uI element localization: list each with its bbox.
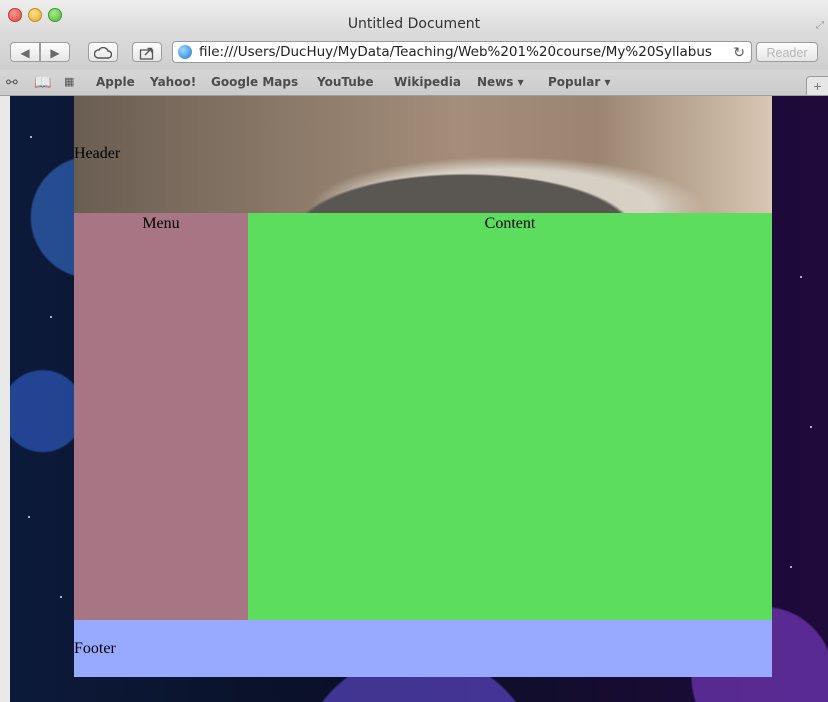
address-bar[interactable]: file:///Users/DucHuy/MyData/Teaching/Web… [172, 41, 752, 63]
browser-window: Untitled Document ⤢ ◀ ▶ file:///Users/Du… [0, 0, 828, 702]
bookmark-popular-folder[interactable]: Popular ▾ [548, 74, 611, 90]
window-title: Untitled Document [347, 16, 481, 32]
content-title: Content [484, 215, 536, 232]
bookmarks-book-icon[interactable]: 📖 [34, 73, 51, 91]
bookmark-news-folder[interactable]: News ▾ [477, 74, 524, 90]
page-header: Header [74, 96, 772, 213]
bookmark-youtube[interactable]: YouTube [317, 74, 374, 90]
globe-icon [178, 45, 192, 59]
reading-list-icon[interactable]: ⚯ [6, 73, 18, 91]
cloud-icon [93, 46, 113, 59]
back-button[interactable]: ◀ [10, 42, 40, 62]
background-star [30, 136, 32, 138]
bookmark-yahoo[interactable]: Yahoo! [150, 74, 196, 90]
bookmark-apple[interactable]: Apple [96, 74, 135, 90]
bookmark-wikipedia[interactable]: Wikipedia [394, 74, 461, 90]
background-star [50, 316, 52, 318]
background-star [28, 516, 30, 518]
page-layout: Header Menu Content Footer [74, 96, 772, 677]
header-text: Header [74, 145, 121, 162]
icloud-tabs-button[interactable] [88, 42, 118, 62]
footer-text: Footer [74, 640, 116, 657]
top-sites-grid-icon[interactable]: ▦ [64, 73, 74, 91]
share-button[interactable] [132, 42, 162, 62]
new-tab-button[interactable]: + [806, 76, 828, 96]
background-star [790, 566, 792, 568]
share-icon [139, 47, 154, 60]
bookmarks-bar: ⚯ 📖 ▦ Apple Yahoo! Google Maps YouTube W… [0, 70, 828, 96]
toolbar: ◀ ▶ file:///Users/DucHuy/MyData/Teaching… [0, 36, 828, 70]
url-text[interactable]: file:///Users/DucHuy/MyData/Teaching/Web… [199, 42, 712, 62]
fullscreen-icon[interactable]: ⤢ [816, 20, 824, 31]
title-bar: Untitled Document ⤢ [0, 0, 828, 36]
background-star [810, 426, 812, 428]
page-content: Content [248, 213, 772, 620]
background-star [60, 596, 62, 598]
background-star [800, 276, 802, 278]
reload-icon[interactable]: ↻ [733, 42, 745, 62]
forward-button[interactable]: ▶ [40, 42, 70, 62]
bookmark-google-maps[interactable]: Google Maps [211, 74, 298, 90]
page-viewport: Header Menu Content Footer [10, 96, 828, 702]
page-footer: Footer [74, 620, 772, 677]
menu-title: Menu [142, 215, 180, 232]
reader-button[interactable]: Reader [756, 42, 818, 62]
page-menu: Menu [74, 213, 248, 620]
